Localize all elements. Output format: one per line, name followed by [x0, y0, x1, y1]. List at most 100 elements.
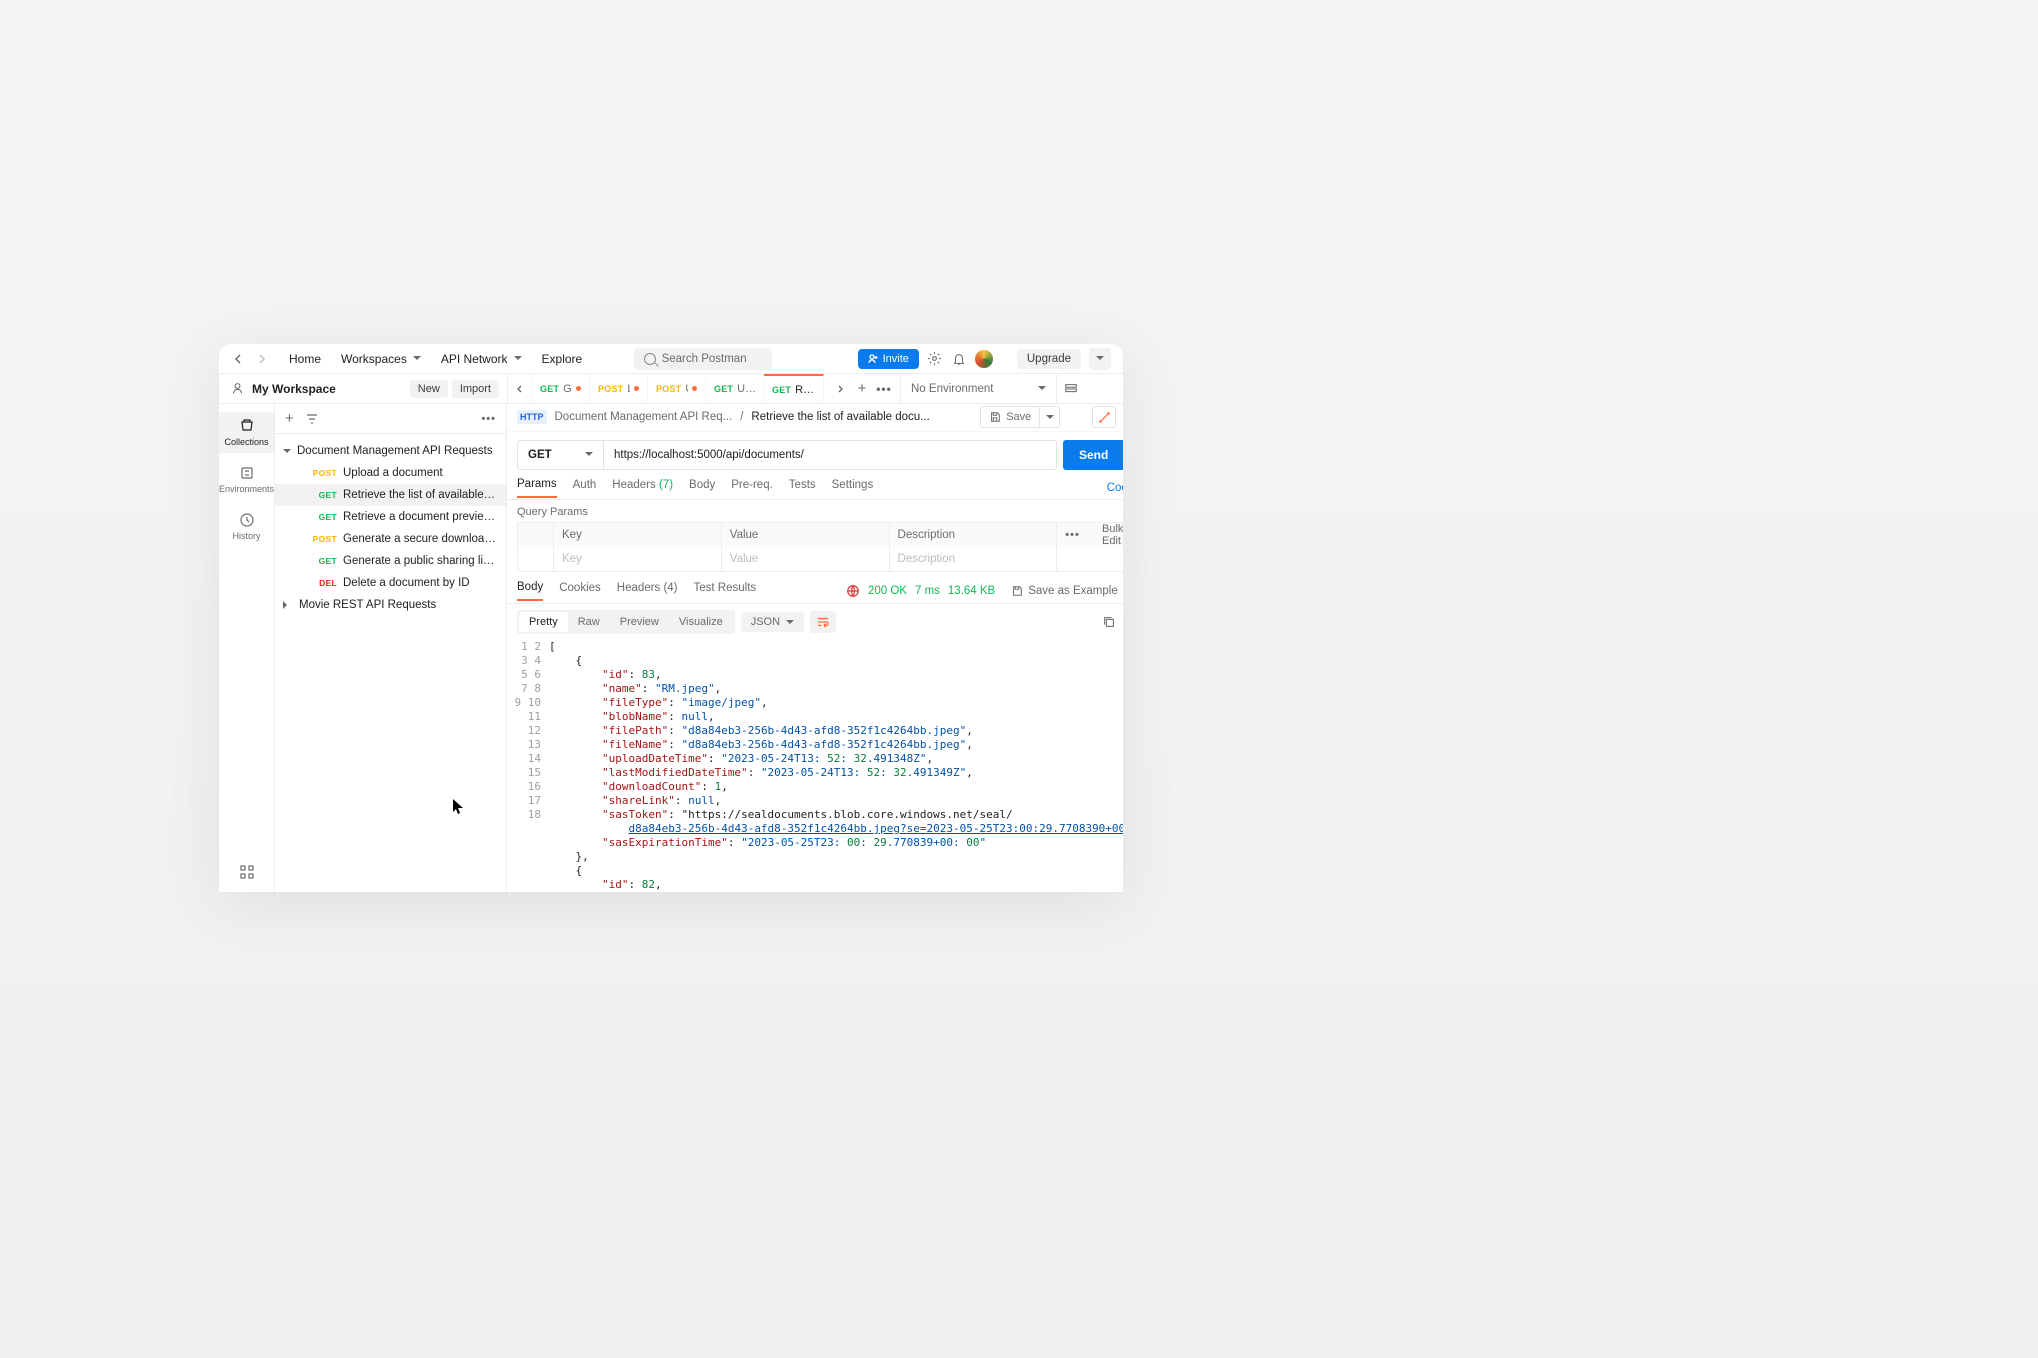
notifications-icon[interactable] [951, 351, 967, 367]
response-code[interactable]: [ { "id": 83, "name": "RM.jpeg", "fileTy… [549, 640, 1123, 892]
environment-quicklook[interactable] [1056, 374, 1084, 403]
invite-button[interactable]: Invite [858, 349, 919, 369]
open-tab[interactable]: GETUntitle [706, 374, 764, 403]
open-tab[interactable]: GETRetriev [764, 374, 824, 403]
tab-body[interactable]: Body [689, 479, 715, 497]
global-search[interactable]: Search Postman [634, 348, 772, 370]
view-visualize[interactable]: Visualize [669, 612, 733, 632]
workspace-actions: New Import [410, 380, 499, 398]
query-params-header: Key Value Description ••• Bulk Edit [518, 523, 1123, 547]
nav-api-network[interactable]: API Network [435, 348, 528, 370]
view-preview[interactable]: Preview [610, 612, 669, 632]
tree-folder[interactable]: Movie REST API Requests [275, 594, 506, 616]
user-avatar[interactable] [975, 350, 993, 368]
nav-explore[interactable]: Explore [536, 348, 589, 370]
caret-icon [283, 449, 291, 457]
value-input[interactable]: Value [722, 547, 890, 571]
open-tab[interactable]: POSTLo [590, 374, 648, 403]
rail-collections[interactable]: Collections [219, 412, 274, 453]
tab-auth[interactable]: Auth [573, 479, 597, 497]
import-button[interactable]: Import [452, 380, 499, 398]
search-icon [644, 353, 656, 365]
resp-tab-cookies[interactable]: Cookies [559, 582, 601, 600]
request-method: GET [309, 490, 337, 500]
back-button[interactable] [231, 351, 247, 367]
tab-scroll-left[interactable] [508, 374, 532, 403]
open-tab[interactable]: POSTUp [648, 374, 706, 403]
query-params-section: Query Params Key Value Description ••• B… [507, 500, 1123, 572]
tab-prereq[interactable]: Pre-req. [731, 479, 773, 497]
tree-request[interactable]: POSTUpload a document [275, 462, 506, 484]
request-name: Retrieve the list of available do... [343, 489, 498, 501]
open-tabs: GETGetPOSTLoPOSTUpGETUntitleGETRetriev [532, 374, 824, 403]
response-body[interactable]: 1 2 3 4 5 6 7 8 9 10 11 12 13 14 15 16 1… [507, 640, 1123, 892]
wrap-lines-button[interactable] [810, 611, 836, 633]
upgrade-dropdown[interactable] [1089, 348, 1111, 370]
nav-arrows [231, 351, 269, 367]
tab-settings[interactable]: Settings [832, 479, 874, 497]
query-params-empty-row[interactable]: Key Value Description [518, 547, 1123, 571]
invite-label: Invite [883, 353, 909, 365]
forward-button[interactable] [253, 351, 269, 367]
share-button[interactable] [1092, 406, 1116, 428]
chevron-down-icon [585, 452, 593, 460]
tab-scroll-right[interactable] [832, 381, 848, 397]
rail-history[interactable]: History [219, 506, 274, 547]
tree-request[interactable]: GETGenerate a public sharing link f... [275, 550, 506, 572]
col-options[interactable]: ••• [1065, 529, 1080, 541]
open-tab[interactable]: GETGet [532, 374, 590, 403]
tree-request[interactable]: DELDelete a document by ID [275, 572, 506, 594]
request-method: GET [309, 556, 337, 566]
breadcrumb-collection[interactable]: Document Management API Req... [555, 411, 733, 423]
status-size: 13.64 KB [948, 585, 995, 597]
nav-home[interactable]: Home [283, 348, 327, 370]
copy-response[interactable] [1098, 611, 1120, 633]
key-input[interactable]: Key [554, 547, 722, 571]
tree-request[interactable]: GETRetrieve a document preview b... [275, 506, 506, 528]
save-button[interactable]: Save [980, 406, 1040, 428]
rail-configure[interactable] [219, 858, 274, 892]
new-button[interactable]: New [410, 380, 448, 398]
line-gutter: 1 2 3 4 5 6 7 8 9 10 11 12 13 14 15 16 1… [513, 640, 549, 892]
environment-selector[interactable]: No Environment [900, 374, 1056, 403]
search-placeholder: Search Postman [662, 353, 747, 365]
tree-request[interactable]: POSTGenerate a secure download li... [275, 528, 506, 550]
tab-params[interactable]: Params [517, 478, 557, 498]
resp-tab-tests[interactable]: Test Results [694, 582, 757, 600]
breadcrumb-request[interactable]: Retrieve the list of available docu... [751, 411, 929, 423]
tab-headers[interactable]: Headers (7) [612, 479, 673, 497]
tab-method: GET [540, 384, 559, 394]
tab-label: Untitle [737, 383, 755, 395]
bulk-edit-link[interactable]: Bulk Edit [1102, 523, 1123, 547]
method-selector[interactable]: GET [518, 441, 604, 469]
sidebar-options[interactable]: ••• [481, 413, 496, 425]
settings-icon[interactable] [927, 351, 943, 367]
send-button[interactable]: Send [1063, 440, 1123, 470]
sidebar-add[interactable]: + [285, 410, 294, 427]
workspace-title[interactable]: My Workspace [252, 382, 336, 396]
format-selector[interactable]: JSON [741, 612, 804, 632]
desc-input[interactable]: Description [890, 547, 1058, 571]
tab-tests[interactable]: Tests [789, 479, 816, 497]
workspace-tabbar: My Workspace New Import GETGetPOSTLoPOST… [219, 374, 1123, 404]
resp-tab-body[interactable]: Body [517, 581, 543, 601]
save-dropdown[interactable] [1040, 406, 1060, 428]
view-raw[interactable]: Raw [568, 612, 610, 632]
upgrade-button[interactable]: Upgrade [1017, 349, 1081, 369]
tree-folder[interactable]: Document Management API Requests [275, 440, 506, 462]
save-as-example[interactable]: Save as Example [1011, 585, 1118, 597]
response-link[interactable]: d8a84eb3-256b-4d43-afd8-352f1c4264bb.jpe… [628, 822, 1123, 835]
url-field: GET https://localhost:5000/api/documents… [517, 440, 1057, 470]
tree-request[interactable]: GET Retrieve the list of available do... [275, 484, 506, 506]
tab-options[interactable]: ••• [876, 381, 892, 397]
view-pretty[interactable]: Pretty [519, 612, 568, 632]
network-icon[interactable] [846, 584, 860, 598]
url-input[interactable]: https://localhost:5000/api/documents/ [604, 441, 1056, 469]
cookies-link[interactable]: Cookies [1107, 482, 1123, 494]
filter-icon[interactable] [306, 413, 318, 425]
chevron-down-icon [1038, 386, 1046, 394]
nav-workspaces[interactable]: Workspaces [335, 348, 427, 370]
new-tab-button[interactable]: + [854, 381, 870, 397]
rail-environments[interactable]: Environments [219, 459, 274, 500]
resp-tab-headers[interactable]: Headers (4) [617, 582, 678, 600]
